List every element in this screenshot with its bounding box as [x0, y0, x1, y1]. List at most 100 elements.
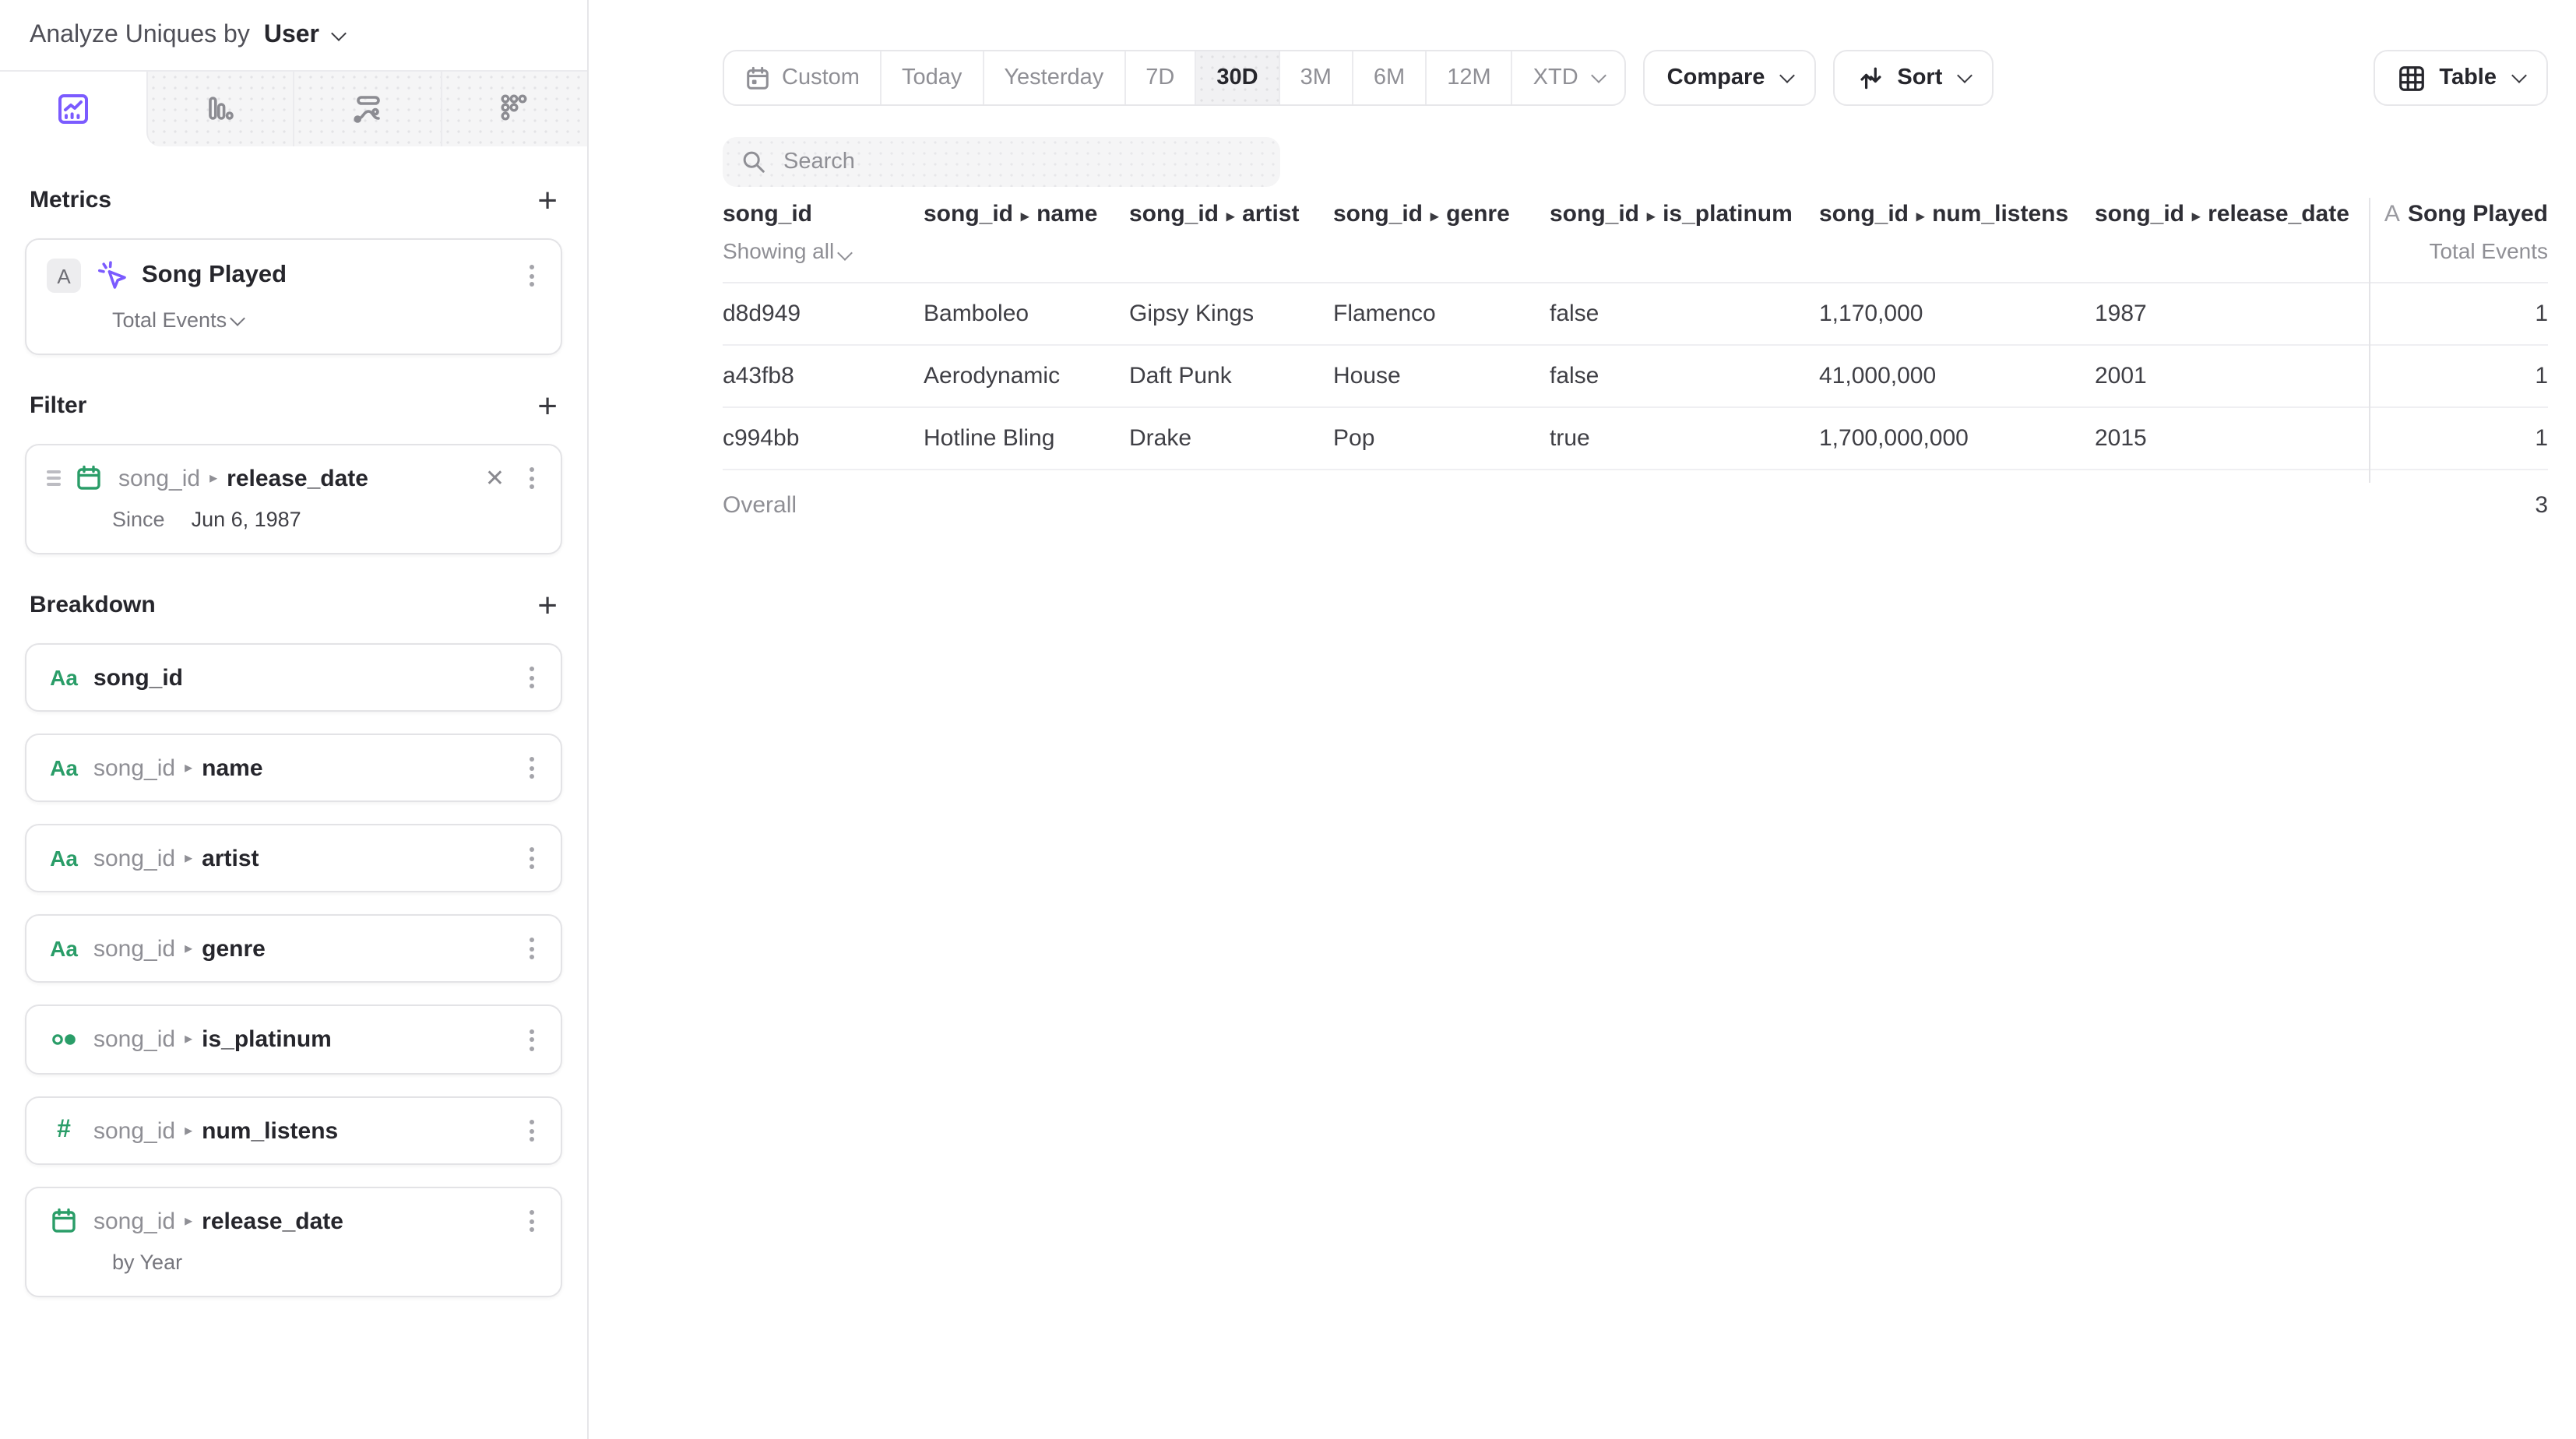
cell-num-listens: 41,000,000: [1819, 363, 2095, 389]
breakdown-card[interactable]: Aa song_id ▸ artist: [25, 824, 562, 892]
chevron-down-icon: [1779, 68, 1795, 83]
breakdown-card[interactable]: song_id ▸ release_date by Year: [25, 1187, 562, 1297]
chevron-down-icon[interactable]: [331, 26, 347, 41]
cell-name: Aerodynamic: [924, 363, 1129, 389]
table-grid-icon: [2397, 63, 2426, 93]
date-range-control: Custom Today Yesterday 7D 30D 3M 6M 12M …: [723, 50, 1627, 106]
breakdown-menu-button[interactable]: [520, 1207, 542, 1235]
breakdown-section: Breakdown + Aa song_id Aa song_id ▸ name: [0, 592, 587, 1297]
breakdown-property-name[interactable]: num_listens: [202, 1117, 338, 1144]
breakdown-property-name[interactable]: genre: [202, 935, 266, 962]
query-builder-sidebar: Analyze Uniques by User: [0, 0, 589, 1439]
breakdown-property-name[interactable]: name: [202, 755, 262, 781]
metric-column-divider: [2369, 198, 2370, 483]
column-header[interactable]: song_id▸is_platinum: [1550, 201, 1819, 263]
date-range-3m[interactable]: 3M: [1279, 51, 1352, 104]
filter-card[interactable]: song_id ▸ release_date ✕ Since Jun 6, 19…: [25, 444, 562, 554]
breakdown-title: Breakdown: [30, 592, 156, 618]
breadcrumb-arrow-icon: ▸: [1916, 209, 1924, 226]
drag-handle-icon[interactable]: [47, 471, 61, 486]
breadcrumb-arrow-icon: ▸: [1226, 209, 1234, 226]
cell-song-id: a43fb8: [723, 363, 924, 389]
table-row[interactable]: d8d949 Bamboleo Gipsy Kings Flamenco fal…: [723, 283, 2548, 346]
breakdown-property-parent: song_id: [93, 755, 175, 781]
text-property-icon: Aa: [47, 846, 81, 871]
filter-value[interactable]: Jun 6, 1987: [192, 508, 301, 531]
filter-menu-button[interactable]: [520, 464, 542, 492]
date-range-yesterday[interactable]: Yesterday: [982, 51, 1124, 104]
breakdown-property-name[interactable]: release_date: [202, 1208, 343, 1234]
metric-menu-button[interactable]: [520, 262, 542, 290]
filter-section: Filter + song_id ▸ release_date: [0, 392, 587, 554]
breakdown-card[interactable]: Aa song_id: [25, 643, 562, 712]
filter-property-name[interactable]: release_date: [227, 465, 368, 491]
date-range-today[interactable]: Today: [880, 51, 982, 104]
add-metric-button[interactable]: +: [537, 188, 558, 213]
sort-button[interactable]: Sort: [1833, 50, 1994, 106]
breakdown-menu-button[interactable]: [520, 934, 542, 962]
date-range-30d[interactable]: 30D: [1195, 51, 1278, 104]
date-range-12m[interactable]: 12M: [1425, 51, 1511, 104]
column-header[interactable]: song_id▸num_listens: [1819, 201, 2095, 263]
breadcrumb-arrow-icon: ▸: [1431, 209, 1438, 226]
compare-button[interactable]: Compare: [1644, 50, 1817, 106]
breakdown-property-name[interactable]: is_platinum: [202, 1026, 332, 1053]
table-row[interactable]: c994bb Hotline Bling Drake Pop true 1,70…: [723, 408, 2548, 470]
flows-icon: [349, 90, 386, 128]
cell-metric-value: 1: [2369, 363, 2548, 389]
metric-name[interactable]: Song Played: [142, 262, 287, 290]
column-header[interactable]: song_id▸genre: [1333, 201, 1550, 263]
overall-value: 3: [2369, 491, 2548, 518]
metric-column-subheader: Total Events: [2369, 238, 2548, 263]
chevron-down-icon[interactable]: [229, 310, 245, 325]
cell-num-listens: 1,170,000: [1819, 301, 2095, 327]
date-range-custom[interactable]: Custom: [724, 51, 880, 104]
aggregation-dropdown[interactable]: Total Events: [112, 308, 227, 332]
breakdown-card[interactable]: # song_id ▸ num_listens: [25, 1096, 562, 1165]
calendar-icon: [744, 65, 771, 91]
search-input[interactable]: [780, 148, 1262, 176]
date-range-xtd[interactable]: XTD: [1511, 51, 1625, 104]
breakdown-property-name[interactable]: artist: [202, 845, 259, 871]
breakdown-card[interactable]: song_id ▸ is_platinum: [25, 1004, 562, 1075]
tab-bar-chart[interactable]: [146, 72, 293, 146]
showing-all-dropdown[interactable]: Showing all: [723, 238, 924, 263]
breakdown-menu-button[interactable]: [520, 1026, 542, 1054]
metric-card[interactable]: A Song Played Total Events: [25, 238, 562, 355]
breakdown-card[interactable]: Aa song_id ▸ genre: [25, 914, 562, 983]
breakdown-menu-button[interactable]: [520, 754, 542, 782]
metric-column-header[interactable]: ASong Played: [2369, 201, 2548, 227]
add-breakdown-button[interactable]: +: [537, 593, 558, 617]
column-header[interactable]: song_id▸artist: [1129, 201, 1333, 263]
breakdown-menu-button[interactable]: [520, 663, 542, 691]
breadcrumb-arrow-icon: ▸: [185, 1031, 192, 1048]
breadcrumb-arrow-icon: ▸: [2192, 209, 2200, 226]
column-header[interactable]: song_id▸name: [924, 201, 1129, 263]
date-range-7d[interactable]: 7D: [1124, 51, 1195, 104]
remove-filter-icon[interactable]: ✕: [485, 466, 505, 490]
chevron-down-icon: [1592, 68, 1607, 83]
sort-arrows-icon: [1856, 64, 1884, 92]
breakdown-menu-button[interactable]: [520, 844, 542, 872]
breakdown-property-name[interactable]: song_id: [93, 664, 183, 691]
breakdown-property-parent: song_id: [93, 935, 175, 962]
cell-is-platinum: false: [1550, 363, 1819, 389]
tab-flows[interactable]: [293, 72, 440, 146]
metrics-section: Metrics + A Song Played: [0, 187, 587, 355]
view-selector-button[interactable]: Table: [2374, 50, 2548, 106]
breakdown-granularity-dropdown[interactable]: by Year: [112, 1251, 542, 1274]
breakdown-menu-button[interactable]: [520, 1117, 542, 1145]
breakdown-card[interactable]: Aa song_id ▸ name: [25, 734, 562, 802]
breadcrumb-arrow-icon: ▸: [1647, 209, 1655, 226]
tab-retention[interactable]: [440, 72, 587, 146]
analyze-entity-dropdown[interactable]: User: [264, 22, 319, 50]
date-range-6m[interactable]: 6M: [1352, 51, 1425, 104]
table-row[interactable]: a43fb8 Aerodynamic Daft Punk House false…: [723, 346, 2548, 408]
filter-operator-dropdown[interactable]: Since: [112, 508, 165, 531]
cell-artist: Daft Punk: [1129, 363, 1333, 389]
column-header[interactable]: song_id: [723, 201, 924, 227]
tab-line-chart[interactable]: [0, 72, 146, 146]
add-filter-button[interactable]: +: [537, 393, 558, 418]
column-header[interactable]: song_id▸release_date: [2095, 201, 2369, 263]
table-search[interactable]: [723, 137, 1280, 187]
